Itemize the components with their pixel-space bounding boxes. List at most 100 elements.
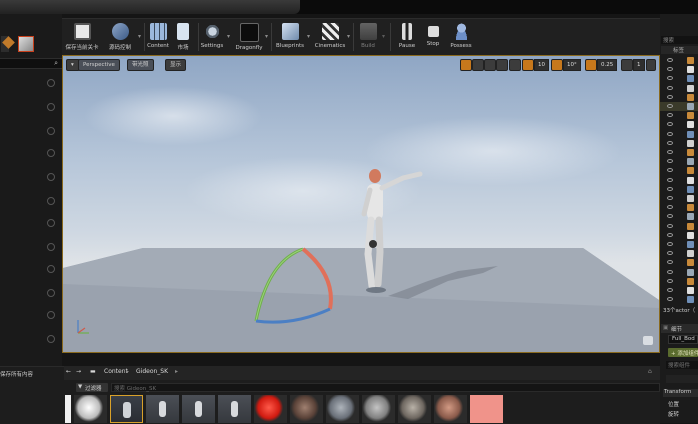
list-item[interactable] (0, 196, 62, 206)
outliner-row[interactable] (660, 277, 698, 286)
rotation-gizmo[interactable] (248, 241, 338, 331)
visibility-eye-icon[interactable] (667, 76, 673, 81)
outliner-row[interactable] (660, 176, 698, 185)
outliner-row[interactable] (660, 148, 698, 157)
outliner-row[interactable] (660, 203, 698, 212)
outliner-row[interactable] (660, 222, 698, 231)
actor-name-field[interactable]: Full_Bod (668, 335, 698, 344)
chevron-down-icon[interactable]: ▾ (227, 33, 230, 40)
asset-thumbnail-material[interactable] (434, 395, 467, 423)
visibility-eye-icon[interactable] (667, 186, 673, 191)
outliner-row[interactable] (660, 166, 698, 175)
outliner-row[interactable] (660, 240, 698, 249)
list-item[interactable] (0, 218, 62, 228)
chevron-down-icon[interactable]: ▾ (307, 33, 310, 40)
dragonfly-button[interactable]: Dragonfly (234, 20, 264, 53)
list-item[interactable] (0, 148, 62, 158)
lighting-mode-button[interactable]: 带光照 (127, 59, 154, 71)
cinematics-button[interactable]: Cinematics (314, 20, 346, 53)
rotation-snap-value[interactable]: 10° (563, 59, 581, 71)
list-item[interactable] (0, 334, 62, 344)
outliner-row[interactable] (660, 111, 698, 120)
visibility-eye-icon[interactable] (667, 168, 673, 173)
asset-thumbnail-edge[interactable] (65, 395, 71, 423)
build-button[interactable]: Build (356, 20, 380, 53)
lock-icon[interactable]: ⌂ (648, 368, 652, 375)
outliner-row[interactable] (660, 130, 698, 139)
camera-speed-icon[interactable] (621, 59, 633, 71)
show-button[interactable]: 显示 (165, 59, 187, 71)
outliner-row[interactable] (660, 120, 698, 129)
viewport-realtime-icon[interactable] (643, 336, 653, 345)
visibility-eye-icon[interactable] (667, 131, 673, 136)
modes-search-input[interactable]: ⌕ (0, 58, 62, 69)
settings-button[interactable]: Settings (199, 20, 225, 53)
save-all-button[interactable]: 保存所有内容 (0, 369, 46, 379)
scale-snap-icon[interactable] (585, 59, 597, 71)
asset-thumbnail-material[interactable] (362, 395, 395, 423)
component-root-row[interactable] (666, 375, 698, 383)
rotation-snap-icon[interactable] (551, 59, 563, 71)
asset-thumbnail-anim[interactable] (146, 395, 179, 423)
component-search-input[interactable]: 搜索组件 (666, 361, 698, 369)
save-level-button[interactable]: 保存当前关卡 (65, 20, 99, 53)
list-item[interactable] (0, 242, 62, 252)
list-item[interactable] (0, 310, 62, 320)
asset-thumbnail-material[interactable] (326, 395, 359, 423)
visibility-eye-icon[interactable] (667, 288, 673, 292)
geometry-mode-icon[interactable] (18, 36, 34, 52)
list-item[interactable] (0, 264, 62, 274)
outliner-row[interactable] (660, 84, 698, 93)
chevron-down-icon[interactable]: ▾ (138, 33, 141, 40)
camera-speed-value[interactable]: 1 (633, 59, 645, 71)
outliner-row[interactable] (660, 212, 698, 221)
list-item[interactable] (0, 102, 62, 112)
rotate-tool-icon[interactable] (472, 59, 484, 71)
outliner-search-input[interactable]: 搜索 (661, 36, 698, 44)
visibility-eye-icon[interactable] (667, 242, 673, 246)
forward-arrow-icon[interactable]: → (76, 368, 81, 375)
list-item[interactable] (0, 172, 62, 182)
grid-snap-icon[interactable] (522, 59, 534, 71)
asset-thumbnail-material[interactable] (398, 395, 431, 423)
visibility-eye-icon[interactable] (667, 297, 673, 302)
visibility-eye-icon[interactable] (667, 104, 673, 108)
visibility-eye-icon[interactable] (667, 150, 673, 154)
outliner-row[interactable] (660, 268, 698, 277)
visibility-eye-icon[interactable] (667, 94, 673, 99)
outliner-row[interactable] (660, 139, 698, 148)
world-local-icon[interactable] (496, 59, 508, 71)
asset-thumbnail-texture[interactable] (470, 395, 503, 423)
scale-snap-value[interactable]: 0.25 (597, 59, 618, 71)
marketplace-button[interactable]: 市场 (172, 20, 194, 53)
stop-button[interactable]: Stop (422, 20, 444, 53)
grid-snap-value[interactable]: 10 (534, 59, 549, 71)
search-icon[interactable]: ⌕ (54, 59, 58, 68)
outliner-row[interactable] (660, 74, 698, 83)
add-component-button[interactable]: + 添加组件 (668, 348, 698, 357)
outliner-row[interactable] (660, 295, 698, 304)
outliner-row[interactable] (660, 194, 698, 203)
outliner-row[interactable] (660, 56, 698, 65)
chevron-down-icon[interactable]: ▾ (382, 33, 385, 40)
transform-section-header[interactable]: Transform (663, 389, 698, 397)
visibility-eye-icon[interactable] (667, 196, 673, 200)
location-row[interactable]: 位置 (668, 400, 698, 408)
visibility-eye-icon[interactable] (667, 232, 673, 237)
scale-tool-icon[interactable] (484, 59, 496, 71)
outliner-row[interactable] (660, 258, 698, 267)
list-item[interactable] (0, 288, 62, 298)
asset-thumbnail-red-material[interactable] (254, 395, 287, 423)
visibility-eye-icon[interactable] (667, 260, 673, 265)
list-item[interactable] (0, 126, 62, 136)
view-mode-button[interactable]: Perspective (78, 59, 120, 71)
visibility-eye-icon[interactable] (667, 113, 673, 118)
details-tab[interactable]: ▣ 细节 (661, 324, 698, 333)
outliner-row[interactable] (660, 157, 698, 166)
chevron-down-icon[interactable]: ▾ (265, 33, 268, 40)
translate-tool-icon[interactable] (460, 59, 472, 71)
visibility-eye-icon[interactable] (667, 251, 673, 256)
breadcrumb-content[interactable]: Content (104, 368, 128, 375)
visibility-eye-icon[interactable] (667, 214, 673, 219)
visibility-eye-icon[interactable] (667, 278, 673, 283)
